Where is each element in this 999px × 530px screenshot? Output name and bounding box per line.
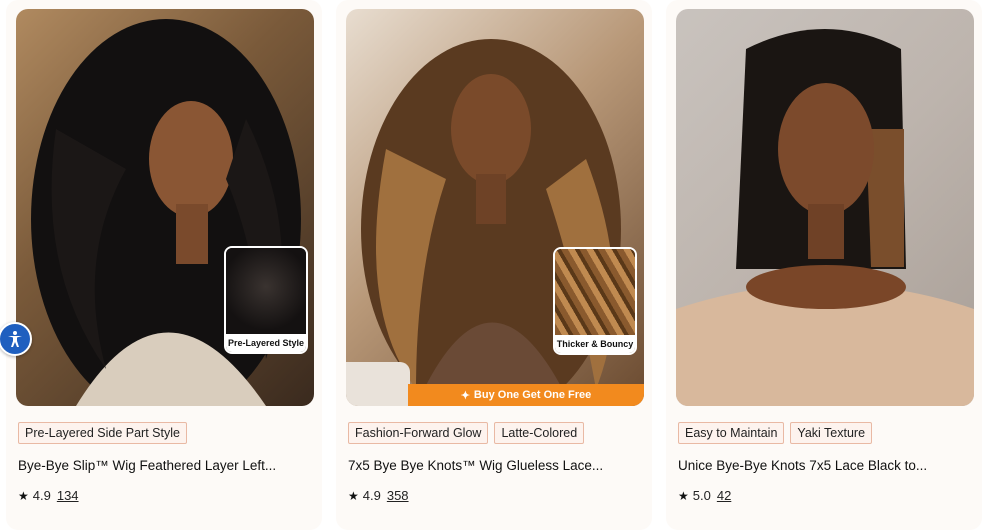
review-count-link[interactable]: 42 [717, 488, 731, 503]
product-image[interactable]: Pre-Layered Style [16, 9, 314, 406]
product-title[interactable]: Unice Bye-Bye Knots 7x5 Lace Black to... [678, 458, 968, 473]
product-tag: Pre-Layered Side Part Style [18, 422, 187, 444]
rating-value: 4.9 [32, 488, 51, 503]
promo-text: Buy One Get One Free [473, 389, 592, 401]
review-count-link[interactable]: 358 [387, 488, 409, 503]
product-tag: Easy to Maintain [678, 422, 785, 444]
product-tag: Yaki Texture [790, 422, 873, 444]
star-icon: ★ [18, 488, 29, 503]
hair-closeup [555, 249, 635, 335]
tag-list: Easy to Maintain Yaki Texture [678, 422, 873, 444]
model-photo [676, 29, 974, 406]
rating-value: 4.9 [362, 488, 381, 503]
gift-icon: ✦ [460, 389, 470, 402]
rating: ★ 4.9 134 [18, 488, 79, 503]
inset-caption: Pre-Layered Style [226, 334, 306, 352]
product-grid: Pre-Layered Style Pre-Layered Side Part … [0, 0, 999, 530]
product-tag: Fashion-Forward Glow [348, 422, 489, 444]
product-card[interactable]: Easy to Maintain Yaki Texture Unice Bye-… [666, 0, 982, 530]
product-card[interactable]: Pre-Layered Style Pre-Layered Side Part … [6, 0, 322, 530]
star-icon: ★ [348, 488, 359, 503]
rating: ★ 5.0 42 [678, 488, 731, 503]
tag-list: Fashion-Forward Glow Latte-Colored [348, 422, 585, 444]
star-icon: ★ [678, 488, 689, 503]
tag-list: Pre-Layered Side Part Style [18, 422, 187, 444]
promo-bar: ✦ Buy One Get One Free [408, 384, 644, 406]
promo-thumbnail [346, 362, 410, 406]
style-inset: Thicker & Bouncy [553, 247, 637, 355]
product-tag: Latte-Colored [494, 422, 585, 444]
product-card[interactable]: Thicker & Bouncy ✦ Buy One Get One Free … [336, 0, 652, 530]
promo-banner[interactable]: ✦ Buy One Get One Free [346, 362, 644, 406]
hair-closeup [226, 248, 306, 334]
review-count-link[interactable]: 134 [57, 488, 79, 503]
style-inset: Pre-Layered Style [224, 246, 308, 354]
accessibility-icon [8, 331, 22, 347]
inset-caption: Thicker & Bouncy [555, 335, 635, 353]
product-title[interactable]: Bye-Bye Slip™ Wig Feathered Layer Left..… [18, 458, 308, 473]
product-image[interactable]: Thicker & Bouncy ✦ Buy One Get One Free [346, 9, 644, 406]
product-title[interactable]: 7x5 Bye Bye Knots™ Wig Glueless Lace... [348, 458, 638, 473]
rating: ★ 4.9 358 [348, 488, 409, 503]
rating-value: 5.0 [692, 488, 711, 503]
product-image[interactable] [676, 9, 974, 406]
